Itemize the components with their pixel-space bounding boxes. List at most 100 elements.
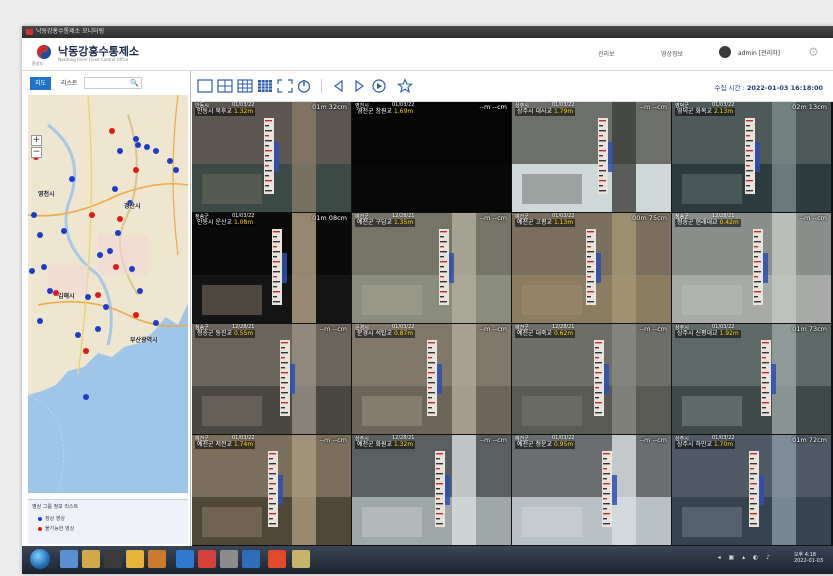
user-icon[interactable] [719, 46, 731, 58]
camera-overlay: 예천군 01/03/22 00m 75cm 예천군 고평교 1.13m [512, 213, 671, 228]
layout-1x1-icon[interactable] [197, 78, 213, 94]
camera-feed-image [192, 435, 351, 545]
explorer-icon[interactable] [60, 550, 78, 568]
camera-tile[interactable]: 예천군 01/03/22 --m --cm 예천군 청운교 0.95m [512, 435, 671, 545]
camera-grid: 안동시 01/03/22 01m 32cm 안동시 북후교 1.32m 영천시 01/03… [192, 102, 833, 546]
word-icon[interactable] [242, 550, 260, 568]
station-name: 예천군 고평교 [517, 219, 553, 226]
start-button-icon[interactable] [30, 549, 50, 569]
tiktok-icon[interactable] [104, 550, 122, 568]
fullscreen-icon[interactable] [277, 78, 293, 94]
camera-tile[interactable]: 청송군 12/28/21 --m --cm 청송군 동진교 0.55m [192, 324, 351, 434]
timestamp-value: 2022-01-03 16:18:00 [746, 84, 823, 92]
previous-icon[interactable] [331, 78, 347, 94]
camera-tile[interactable]: 예천군 12/28/21 --m --cm 예천군 구담교 1.35m [352, 213, 511, 323]
layout-2x2-icon[interactable] [217, 78, 233, 94]
camera-water-level: --m --cm [639, 325, 667, 333]
camera-overlay: 예천군 12/28/21 --m --cm 예천군 구담교 1.35m [352, 213, 511, 228]
camera-overlay: 안동시 01/03/22 01m 32cm 안동시 북후교 1.32m [192, 102, 351, 117]
map-label-city: 부산광역시 [130, 337, 158, 344]
camera-water-level: 01m 73cm [792, 325, 827, 333]
camera-station-label: 안동시 운산교 1.08m [195, 219, 256, 227]
camera-tile[interactable]: 청송군 12/28/21 --m --cm 청송군 현래대교 0.42m [672, 213, 831, 323]
map-view[interactable]: + − 영천시 경산시 김해시 부산광역시 [28, 95, 188, 493]
power-icon[interactable] [296, 78, 312, 94]
camera-tile[interactable]: 상주시 12/28/21 --m --cm 예천군 화원교 1.32m [352, 435, 511, 545]
system-tray-icons[interactable]: ◂ ▣ ▴ ◐ ♪ [718, 554, 773, 561]
clock-date: 2022-01-03 [793, 558, 823, 564]
station-value: 0.62m [553, 330, 574, 337]
camera-tile[interactable]: 예천군 01/03/22 00m 75cm 예천군 고평교 1.13m [512, 213, 671, 323]
camera-overlay: 청송군 12/28/21 --m --cm 청송군 현래대교 0.42m [672, 213, 831, 228]
station-value: 1.32m [233, 108, 254, 115]
legend-item-unavailable: 불가능한 영상 [38, 525, 74, 532]
camera-tile[interactable]: 상주시 01/03/22 01m 73cm 상주시 신평대교 1.92m [672, 324, 831, 434]
camera-feed-image [512, 435, 671, 545]
camera-overlay: 영덕군 01/03/22 02m 13cm 영덕군 화목교 2.13m [672, 102, 831, 117]
camera-tile[interactable]: 예천군 01/03/22 --m --cm 예천군 저전교 1.74m [192, 435, 351, 545]
chrome-icon[interactable] [126, 550, 144, 568]
camera-overlay: 상주시 12/28/21 --m --cm 예천군 화원교 1.32m [352, 435, 511, 450]
browser-icon[interactable] [268, 550, 286, 568]
app-icon[interactable] [292, 550, 310, 568]
station-value: 0.42m [719, 219, 739, 226]
taskbar-clock[interactable]: 오후 4:18 2022-01-03 [794, 551, 823, 564]
camera-water-level: 01m 32cm [312, 103, 347, 111]
station-name: 영천군 창원교 [357, 108, 393, 115]
station-value: 1.35m [393, 219, 414, 226]
station-name: 상주시 신평대교 [677, 330, 718, 337]
camera-tile[interactable]: 문경시 01/03/22 --m --cm 문경시 석탑교 0.87m [352, 324, 511, 434]
nav-link-admin[interactable]: 관리보 [598, 49, 615, 58]
org-name-en: Nakdong River Flood Control Office [58, 57, 129, 62]
map-label-city: 경산시 [124, 203, 141, 210]
station-name: 예천군 저전교 [197, 441, 233, 448]
camera-station-label: 영덕군 화목교 2.13m [675, 108, 736, 116]
user-name[interactable]: admin [관리자] [738, 48, 780, 57]
zoom-out-button[interactable]: − [31, 147, 42, 158]
settings-icon[interactable]: ⚙ [808, 45, 822, 59]
camera-feed-image [352, 324, 511, 434]
edge-icon[interactable] [176, 550, 194, 568]
powerpoint-icon[interactable] [198, 550, 216, 568]
camera-tile[interactable]: 예천군 12/28/21 --m --cm 예천군 대죽교 0.62m [512, 324, 671, 434]
camera-tile[interactable]: 상주시 01/03/22 --m --cm 상주시 대사교 1.79m [512, 102, 671, 212]
layout-3x3-icon[interactable] [237, 78, 253, 94]
zoom-in-button[interactable]: + [31, 135, 42, 146]
station-name: 예천군 대죽교 [517, 330, 553, 337]
grid-toolbar: 수집 시간 : 2022-01-03 16:18:00 [191, 71, 833, 102]
tab-map[interactable]: 지도 [30, 77, 52, 90]
camera-water-level: --m --cm [319, 325, 347, 333]
camera-overlay: 상주시 01/03/22 --m --cm 상주시 대사교 1.79m [512, 102, 671, 117]
app-window: 낙동강홍수통제소 모니터링 환경부 낙동강홍수통제소 Nakdong River… [22, 26, 833, 574]
camera-feed-image [672, 435, 831, 545]
camera-station-label: 예천군 청운교 0.95m [515, 441, 576, 449]
tab-list[interactable]: 리스트 [56, 77, 83, 90]
station-value: 2.13m [713, 108, 734, 115]
app-icon[interactable] [220, 550, 238, 568]
office-icon[interactable] [148, 550, 166, 568]
station-name: 안동시 운산교 [197, 219, 233, 226]
timestamp-label: 수집 시간 : [714, 84, 745, 92]
station-name: 영덕군 화목교 [677, 108, 713, 115]
layout-4x4-icon[interactable] [257, 78, 273, 94]
legend-title[interactable]: 영상 그룹 정보 리스트 [32, 503, 78, 510]
camera-tile[interactable]: 영덕군 01/03/22 02m 13cm 영덕군 화목교 2.13m [672, 102, 831, 212]
folder-icon[interactable] [82, 550, 100, 568]
next-icon[interactable] [351, 78, 367, 94]
app-icon [26, 29, 33, 35]
camera-tile[interactable]: 상주시 01/03/22 01m 72cm 상주시 하만교 1.70m [672, 435, 831, 545]
camera-tile[interactable]: 청송군 01/03/22 01m 08cm 안동시 운산교 1.08m [192, 213, 351, 323]
station-value: 1.13m [553, 219, 574, 226]
map-canvas[interactable] [28, 95, 188, 493]
favorite-star-icon[interactable] [397, 78, 413, 94]
camera-water-level: --m --cm [639, 103, 667, 111]
camera-tile[interactable]: 안동시 01/03/22 01m 32cm 안동시 북후교 1.32m [192, 102, 351, 212]
camera-water-level: 01m 08cm [312, 214, 347, 222]
camera-tile[interactable]: 영천시 01/03/22 --m --cm 영천군 창원교 1.69m [352, 102, 511, 212]
nav-link-video[interactable]: 영상정보 [661, 49, 683, 58]
camera-feed-image [192, 102, 351, 212]
search-icon[interactable]: 🔍 [128, 78, 141, 88]
sidebar: 지도 리스트 🔍 + − 영천시 경산시 김해시 부산광역시 영상 그룹 정보 … [22, 71, 191, 546]
auto-rotate-icon[interactable] [371, 78, 387, 94]
camera-station-label: 예천군 화원교 1.32m [355, 441, 416, 449]
